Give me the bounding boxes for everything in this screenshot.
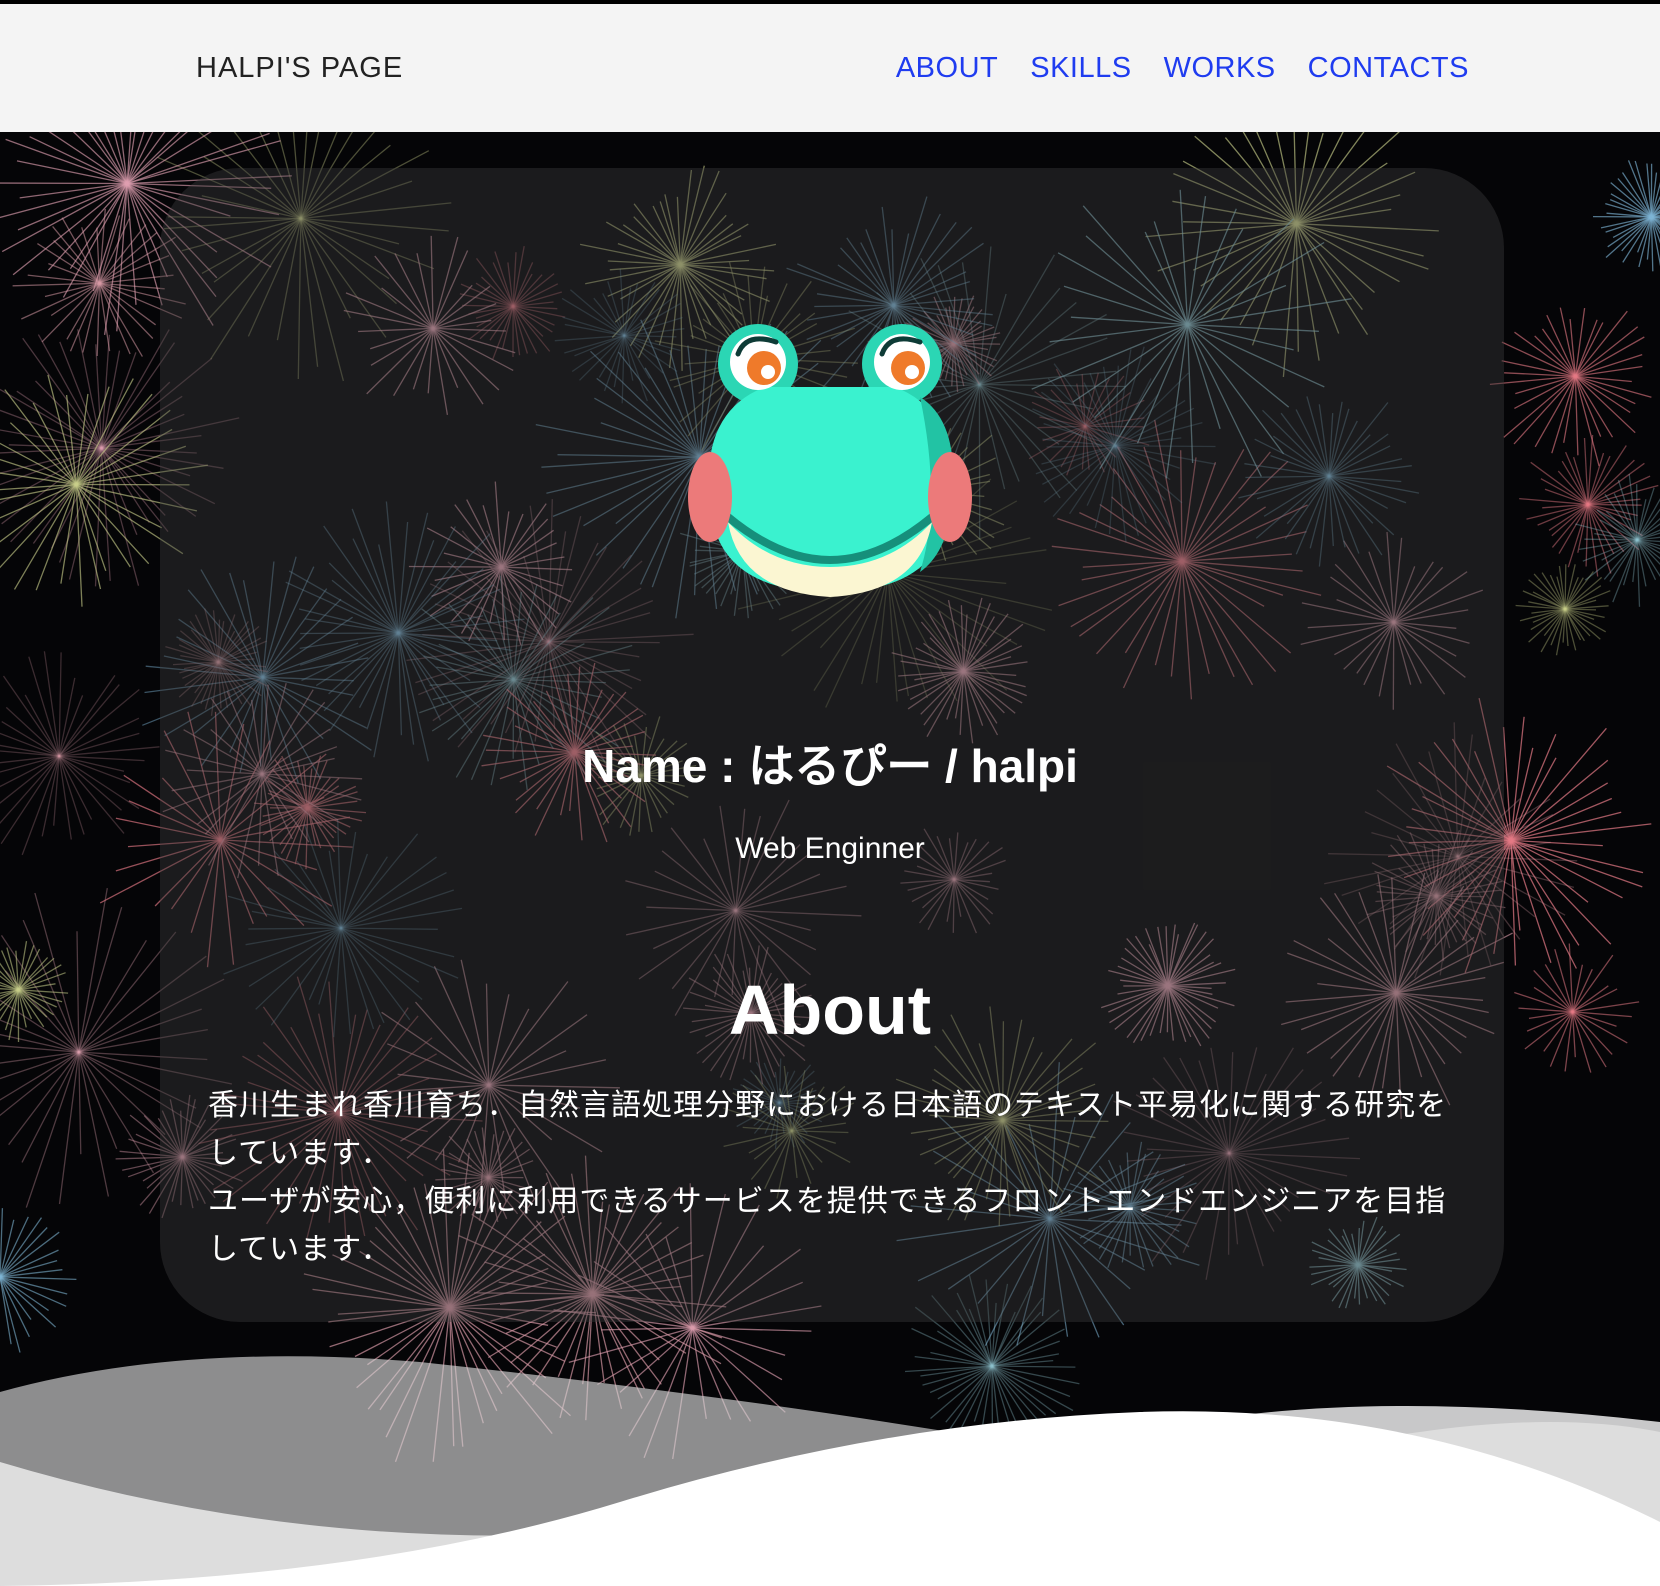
nav-link-contacts[interactable]: CONTACTS: [1308, 52, 1469, 85]
navbar: HALPI'S PAGE ABOUT SKILLS WORKS CONTACTS: [0, 4, 1660, 132]
brand-link[interactable]: HALPI'S PAGE: [196, 52, 403, 85]
main-nav: ABOUT SKILLS WORKS CONTACTS: [896, 52, 1469, 85]
nav-link-about[interactable]: ABOUT: [896, 52, 998, 85]
hero-section: Name : はるぴー / halpi Web Enginner About 香…: [0, 132, 1660, 1586]
nav-link-skills[interactable]: SKILLS: [1030, 52, 1131, 85]
page: HALPI'S PAGE ABOUT SKILLS WORKS CONTACTS: [0, 0, 1660, 1586]
nav-link-works[interactable]: WORKS: [1164, 52, 1276, 85]
wave-decoration: [0, 1356, 1660, 1586]
